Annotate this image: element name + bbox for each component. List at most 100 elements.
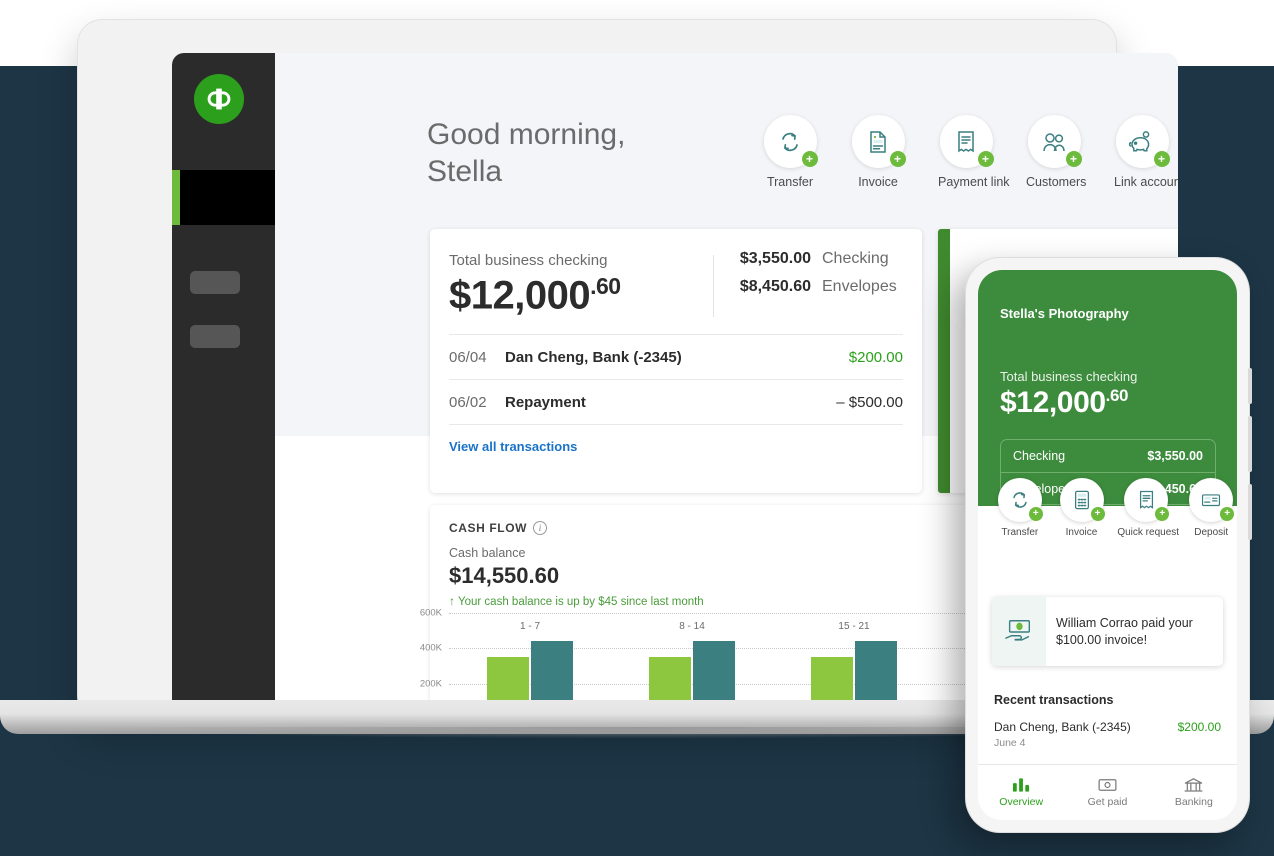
transaction-amount: $200.00 (848, 348, 903, 366)
phone-recent-title: Recent transactions (994, 693, 1114, 707)
transaction-desc: Repayment (505, 393, 586, 411)
phone-action-quick-request-label: Quick request (1117, 527, 1180, 538)
action-invoice-badge: + (889, 151, 906, 167)
deposit-check-icon (1202, 494, 1221, 507)
phone-volume-down-button[interactable] (1248, 484, 1252, 540)
balance-breakdown: $3,550.00 Checking $8,450.60 Envelopes (716, 250, 897, 306)
phone-mute-button[interactable] (1248, 368, 1252, 404)
tab-overview-label: Overview (999, 796, 1044, 808)
action-payment-link-circle[interactable]: + (939, 115, 994, 168)
calculator-icon (1074, 490, 1089, 510)
action-transfer[interactable]: + Transfer (762, 115, 818, 189)
phone-action-transfer-circle[interactable]: + (997, 478, 1043, 522)
quickbooks-logo[interactable] (194, 74, 244, 124)
phone-action-quick-request[interactable]: + Quick request (1117, 478, 1180, 538)
action-customers-circle[interactable]: + (1027, 115, 1082, 168)
balance-breakdown-row: $8,450.60 Envelopes (716, 278, 897, 306)
phone-action-deposit-circle[interactable]: + (1189, 478, 1235, 522)
phone-action-quick-request-badge: + (1155, 507, 1170, 521)
phone-recent-transaction[interactable]: Dan Cheng, Bank (-2345) $200.00 June 4 (994, 720, 1221, 749)
sidebar-item-active[interactable] (172, 170, 275, 225)
tab-overview[interactable]: Overview (978, 765, 1064, 820)
tab-banking-label: Banking (1174, 796, 1213, 808)
phone-action-transfer[interactable]: + Transfer (994, 478, 1046, 538)
phone-account-row[interactable]: Checking $3,550.00 (1001, 440, 1215, 472)
phone-total-amount: $12,000.60 (1000, 386, 1129, 420)
action-payment-link-label: Payment link (938, 175, 1010, 189)
transfer-arrows-icon (782, 132, 798, 151)
table-row[interactable]: 06/02 Repayment – $500.00 (449, 379, 903, 424)
sidebar-item-placeholder-1[interactable] (190, 271, 240, 294)
action-customers[interactable]: + Customers (1026, 115, 1086, 189)
cash-balance-amount: $14,550.60 (449, 563, 560, 588)
action-link-account[interactable]: + Link account (1114, 115, 1178, 189)
quick-actions-bar: + Transfer + Invoice + Payment link + Cu… (762, 115, 1178, 189)
chart-x-tick-label: 1 - 7 (519, 621, 541, 632)
cash-in-hand-icon (1005, 619, 1031, 641)
view-all-transactions-link[interactable]: View all transactions (449, 439, 577, 454)
money-eye-icon (1098, 779, 1117, 791)
phone-screen: Stella's Photography Total business chec… (978, 270, 1237, 820)
action-link-account-badge: + (1153, 151, 1170, 167)
phone-recent-amount: $200.00 (1177, 720, 1221, 734)
action-transfer-badge: + (801, 151, 818, 167)
phone-total-main: $12,000 (1000, 386, 1106, 419)
phone-alert-icon-well (992, 597, 1046, 666)
transactions-footer: View all transactions (449, 424, 903, 456)
balance-card: Total business checking $12,000.60 $3,55… (430, 229, 922, 493)
cash-flow-header: CASH FLOW i (449, 521, 548, 535)
phone-volume-up-button[interactable] (1248, 416, 1252, 472)
phone-payment-alert[interactable]: William Corrao paid your $100.00 invoice… (992, 597, 1223, 666)
breakdown-amount: $8,450.60 (739, 278, 811, 295)
page-title: Good morning, Stella (427, 116, 727, 190)
action-invoice[interactable]: + Invoice (850, 115, 906, 189)
phone-action-invoice-badge: + (1090, 507, 1105, 521)
phone-action-invoice[interactable]: + Invoice (1056, 478, 1108, 538)
chart-x-tick-label: 15 - 21 (838, 621, 870, 632)
phone-mockup: Stella's Photography Total business chec… (966, 258, 1252, 832)
action-invoice-circle[interactable]: + (851, 115, 906, 168)
phone-action-transfer-label: Transfer (1001, 527, 1039, 538)
action-link-account-label: Link account (1114, 175, 1178, 189)
piggy-bank-icon (1128, 130, 1150, 152)
action-transfer-circle[interactable]: + (763, 115, 818, 168)
tab-get-paid[interactable]: Get paid (1064, 765, 1150, 820)
phone-recent-desc: Dan Cheng, Bank (-2345) (994, 720, 1131, 734)
phone-action-quick-request-circle[interactable]: + (1124, 478, 1170, 522)
action-link-account-circle[interactable]: + (1115, 115, 1170, 168)
action-payment-link[interactable]: + Payment link (938, 115, 1010, 189)
up-arrow-icon: ↑ (449, 594, 455, 608)
tab-banking[interactable]: Banking (1151, 765, 1237, 820)
phone-business-name: Stella's Photography (1000, 306, 1129, 321)
screenshot-stage: Good morning, Stella + Transfer + Invoic… (0, 0, 1274, 856)
invoice-document-icon (870, 130, 886, 153)
action-customers-badge: + (1065, 151, 1082, 167)
action-transfer-label: Transfer (766, 175, 814, 189)
balance-header: Total business checking $12,000.60 $3,55… (430, 229, 922, 334)
transaction-date: 06/02 (449, 393, 487, 411)
receipt-icon (1139, 490, 1153, 509)
table-row[interactable]: 06/04 Dan Cheng, Bank (-2345) $200.00 (449, 334, 903, 379)
phone-total-label: Total business checking (1000, 369, 1138, 384)
sidebar-active-indicator (172, 170, 180, 225)
transaction-amount: – $500.00 (836, 393, 903, 411)
phone-alert-text: William Corrao paid your $100.00 invoice… (1056, 615, 1193, 647)
phone-action-invoice-circle[interactable]: + (1059, 478, 1105, 522)
bar-chart-icon (1012, 778, 1029, 792)
phone-action-invoice-label: Invoice (1065, 527, 1098, 538)
receipt-icon (958, 130, 974, 152)
got-paid-accent-stripe (938, 229, 950, 493)
action-invoice-label: Invoice (858, 175, 898, 189)
phone-action-deposit[interactable]: + Deposit (1185, 478, 1237, 538)
transaction-desc: Dan Cheng, Bank (-2345) (505, 348, 682, 366)
app-sidebar (172, 53, 275, 714)
phone-recent-line1: Dan Cheng, Bank (-2345) $200.00 (994, 720, 1221, 734)
chart-x-tick-label: 8 - 14 (679, 621, 705, 632)
chart-y-tick-label: 600K (419, 607, 442, 619)
sidebar-item-placeholder-2[interactable] (190, 325, 240, 348)
info-icon[interactable]: i (533, 521, 548, 535)
phone-account-value: $3,550.00 (1147, 449, 1203, 463)
breakdown-amount: $3,550.00 (739, 250, 811, 267)
laptop-lid: Good morning, Stella + Transfer + Invoic… (78, 20, 1178, 720)
transaction-date: 06/04 (449, 348, 487, 366)
